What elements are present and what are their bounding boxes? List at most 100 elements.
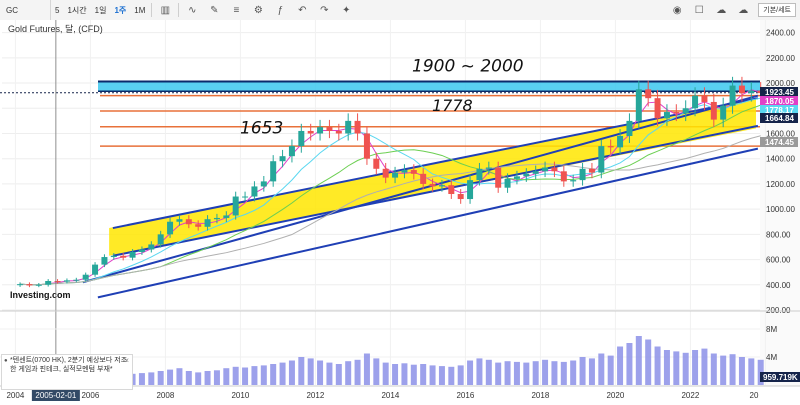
- annotation-top-range: 1900 ~ 2000: [412, 57, 524, 77]
- undo-icon[interactable]: ↶: [291, 0, 313, 20]
- candle-body: [129, 252, 136, 258]
- volume-bar: [392, 364, 399, 385]
- volume-bar: [673, 351, 680, 385]
- x-tick-label: 20: [750, 391, 759, 400]
- candle-body: [673, 112, 680, 114]
- candle-body: [513, 176, 520, 179]
- candle-body: [251, 186, 258, 197]
- chart-background: [0, 20, 800, 405]
- star-icon[interactable]: ✦: [335, 0, 357, 20]
- volume-bar: [635, 336, 642, 385]
- candle-body: [335, 130, 342, 134]
- x-tick-label: 2010: [231, 391, 249, 400]
- candle-body: [420, 173, 427, 184]
- candle-body: [17, 284, 24, 286]
- settings-icon[interactable]: ⚙: [247, 0, 269, 20]
- volume-bar: [167, 369, 174, 385]
- default-set-button[interactable]: 기본/세트: [758, 3, 796, 17]
- news-popup[interactable]: ● *텐센트(0700 HK), 2분기 예상보다 저조한 게임과 핀테크, 실…: [1, 354, 133, 390]
- annotation-mid-level: 1778: [432, 96, 473, 115]
- candle-body: [279, 156, 286, 162]
- close-icon[interactable]: ×: [124, 356, 129, 365]
- chart-app: GC 5 1시간 1일 1주 1M ▥ ∿ ✎ ≡ ⚙ ƒ ↶ ↷ ✦ ◉ ☐ …: [0, 0, 800, 405]
- x-tick-label: 2014: [381, 391, 399, 400]
- volume-bar: [598, 353, 605, 385]
- candle-body: [92, 264, 99, 275]
- candle-body: [63, 280, 70, 282]
- candle-body: [701, 95, 708, 102]
- volume-bar: [213, 370, 220, 385]
- volume-bar: [363, 353, 370, 385]
- candle-body: [560, 171, 567, 182]
- checkbox-icon[interactable]: ☐: [688, 0, 710, 20]
- volume-bar: [354, 359, 361, 385]
- volume-bar: [223, 368, 230, 385]
- volume-bar: [410, 364, 417, 385]
- interval-1m[interactable]: 1M: [130, 0, 149, 20]
- volume-bar: [242, 367, 249, 385]
- candle-body: [298, 130, 305, 147]
- candle-body: [260, 181, 267, 187]
- cloud-save-icon[interactable]: ☁: [732, 0, 754, 20]
- x-tick-label: 2008: [156, 391, 174, 400]
- candle-body: [307, 130, 314, 134]
- price-chart[interactable]: 1900 ~ 2000 1653 1778 Gold Futures, 달, (CFD…: [0, 20, 800, 405]
- cloud-icon[interactable]: ☁: [710, 0, 732, 20]
- candle-body: [579, 168, 586, 181]
- candle-body: [270, 161, 277, 182]
- x-tick-label: 2016: [456, 391, 474, 400]
- candle-body: [626, 120, 633, 136]
- volume-bar: [251, 366, 258, 385]
- volume-bar: [476, 358, 483, 385]
- price-badge-label: 1664.84: [765, 114, 794, 123]
- volume-bar: [682, 352, 689, 385]
- candle-body: [223, 215, 230, 218]
- y-tick-label: 1200.00: [766, 180, 795, 189]
- interval-5[interactable]: 5: [51, 0, 63, 20]
- volume-bar: [579, 357, 586, 385]
- symbol-field[interactable]: GC: [0, 0, 51, 20]
- y-tick-label: 400.00: [766, 281, 791, 290]
- y-tick-label: 1000.00: [766, 205, 795, 214]
- interval-1d[interactable]: 1일: [91, 0, 111, 20]
- y-tick-label: 1400.00: [766, 155, 795, 164]
- drawing-icon[interactable]: ✎: [203, 0, 225, 20]
- candle-body: [120, 255, 127, 258]
- candle-body: [401, 170, 408, 173]
- candle-body: [551, 167, 558, 172]
- interval-1h[interactable]: 1시간: [63, 0, 90, 20]
- candle-body: [317, 127, 324, 134]
- candle-body: [288, 146, 295, 157]
- volume-bar: [692, 350, 699, 385]
- candle-body: [326, 127, 333, 131]
- redo-icon[interactable]: ↷: [313, 0, 335, 20]
- volume-bar: [551, 361, 558, 385]
- volume-bar: [495, 362, 502, 385]
- volume-bar: [298, 357, 305, 385]
- volume-bar: [288, 360, 295, 385]
- volume-bar: [560, 361, 567, 385]
- volume-bar: [701, 348, 708, 385]
- candle-body: [729, 85, 736, 106]
- candle-body: [354, 120, 361, 134]
- interval-1w[interactable]: 1주: [110, 0, 130, 20]
- candle-body: [101, 257, 108, 265]
- text-icon[interactable]: ≡: [225, 0, 247, 20]
- candle-body: [167, 221, 174, 235]
- y-tick-label: 800.00: [766, 230, 791, 239]
- toolbar-divider: [151, 3, 153, 17]
- fx-icon[interactable]: ƒ: [269, 0, 291, 20]
- x-tick-label: 2020: [606, 391, 624, 400]
- camera-icon[interactable]: ◉: [666, 0, 688, 20]
- candle-body: [748, 90, 755, 94]
- volume-bar: [345, 361, 352, 385]
- candle-body: [663, 112, 670, 119]
- volume-bar: [429, 365, 436, 385]
- x-tick-label: 2006: [81, 391, 99, 400]
- candlestick-icon[interactable]: ▥: [154, 0, 176, 20]
- indicator-icon[interactable]: ∿: [181, 0, 203, 20]
- candle-body: [232, 196, 239, 216]
- news-text[interactable]: *텐센트(0700 HK), 2분기 예상보다 저조한 게임과 핀테크, 실적모…: [10, 357, 127, 373]
- candle-body: [607, 146, 614, 148]
- candle-body: [682, 108, 689, 114]
